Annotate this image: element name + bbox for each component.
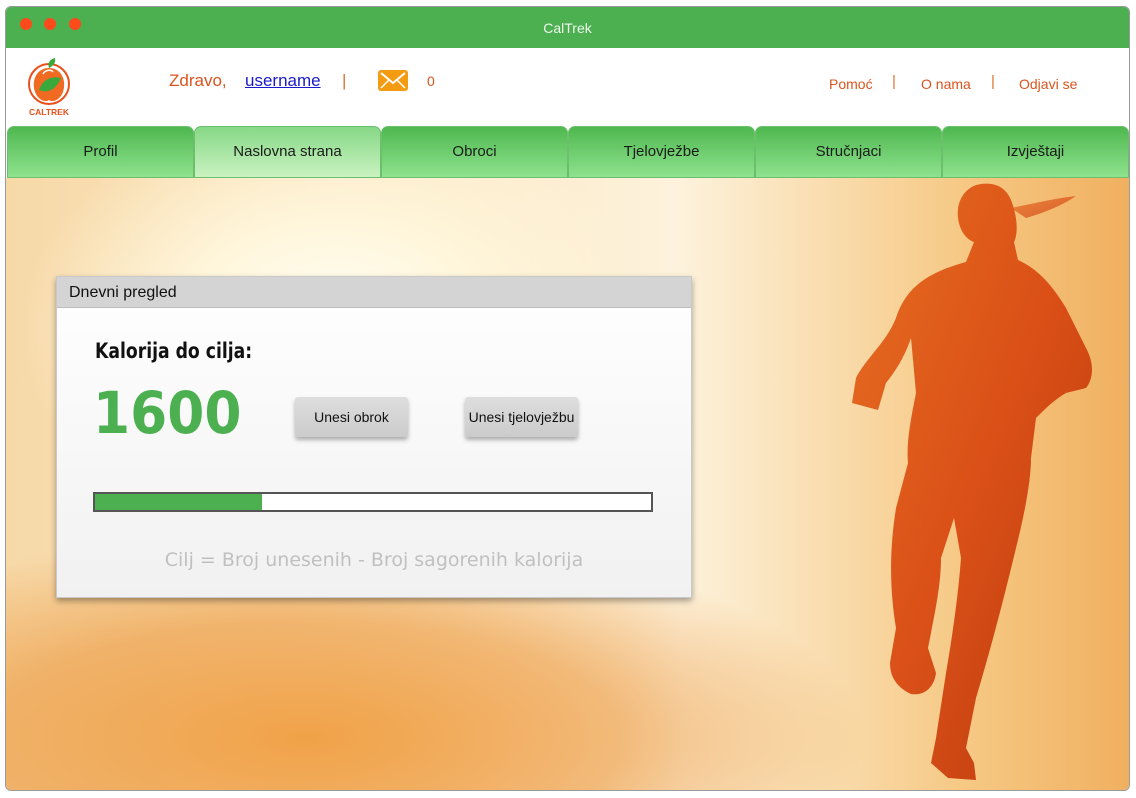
app-window: CalTrek CALTREK Zdravo, username | 0 Pom… [5,6,1130,791]
progress-fill [95,494,262,510]
tab-strucnjaci[interactable]: Stručnjaci [755,126,942,178]
greeting-text: Zdravo, [169,71,227,90]
add-exercise-button[interactable]: Unesi tjelovježbu [465,397,578,437]
tab-izvjestaji[interactable]: Izvještaji [942,126,1129,178]
title-bar: CalTrek [6,7,1129,48]
about-link[interactable]: O nama [921,76,971,92]
daily-overview-panel: Dnevni pregled Kalorija do cilja: 1600 U… [56,276,692,598]
caltrek-logo[interactable]: CALTREK [25,54,77,118]
tab-profil[interactable]: Profil [7,126,194,178]
tab-obroci[interactable]: Obroci [381,126,568,178]
logo-text: CALTREK [29,107,70,117]
add-meal-button[interactable]: Unesi obrok [295,397,408,437]
goal-formula-text: Cilj = Broj unesenih - Broj sagorenih ka… [164,549,584,571]
window-title: CalTrek [543,20,592,36]
calories-to-goal-value: 1600 [93,379,242,447]
header-separator: | [892,73,896,90]
header-separator: | [342,71,347,90]
tab-naslovna-strana[interactable]: Naslovna strana [194,126,381,178]
main-tabs: Profil Naslovna strana Obroci Tjelovježb… [6,126,1129,178]
username-link[interactable]: username [245,71,321,91]
header-separator: | [991,73,995,90]
calories-to-goal-label: Kalorija do cilja: [95,339,253,363]
message-count: 0 [427,73,435,89]
help-link[interactable]: Pomoć [829,76,873,92]
envelope-icon[interactable] [378,70,408,91]
apple-leaf-icon: CALTREK [28,58,70,117]
logout-link[interactable]: Odjavi se [1019,76,1077,92]
home-content: Dnevni pregled Kalorija do cilja: 1600 U… [6,178,1129,790]
tab-tjelovjezbe[interactable]: Tjelovježbe [568,126,755,178]
panel-title: Dnevni pregled [57,277,691,308]
calorie-progress-bar [93,492,653,512]
app-header: CALTREK Zdravo, username | 0 Pomoć | O n… [6,48,1129,126]
